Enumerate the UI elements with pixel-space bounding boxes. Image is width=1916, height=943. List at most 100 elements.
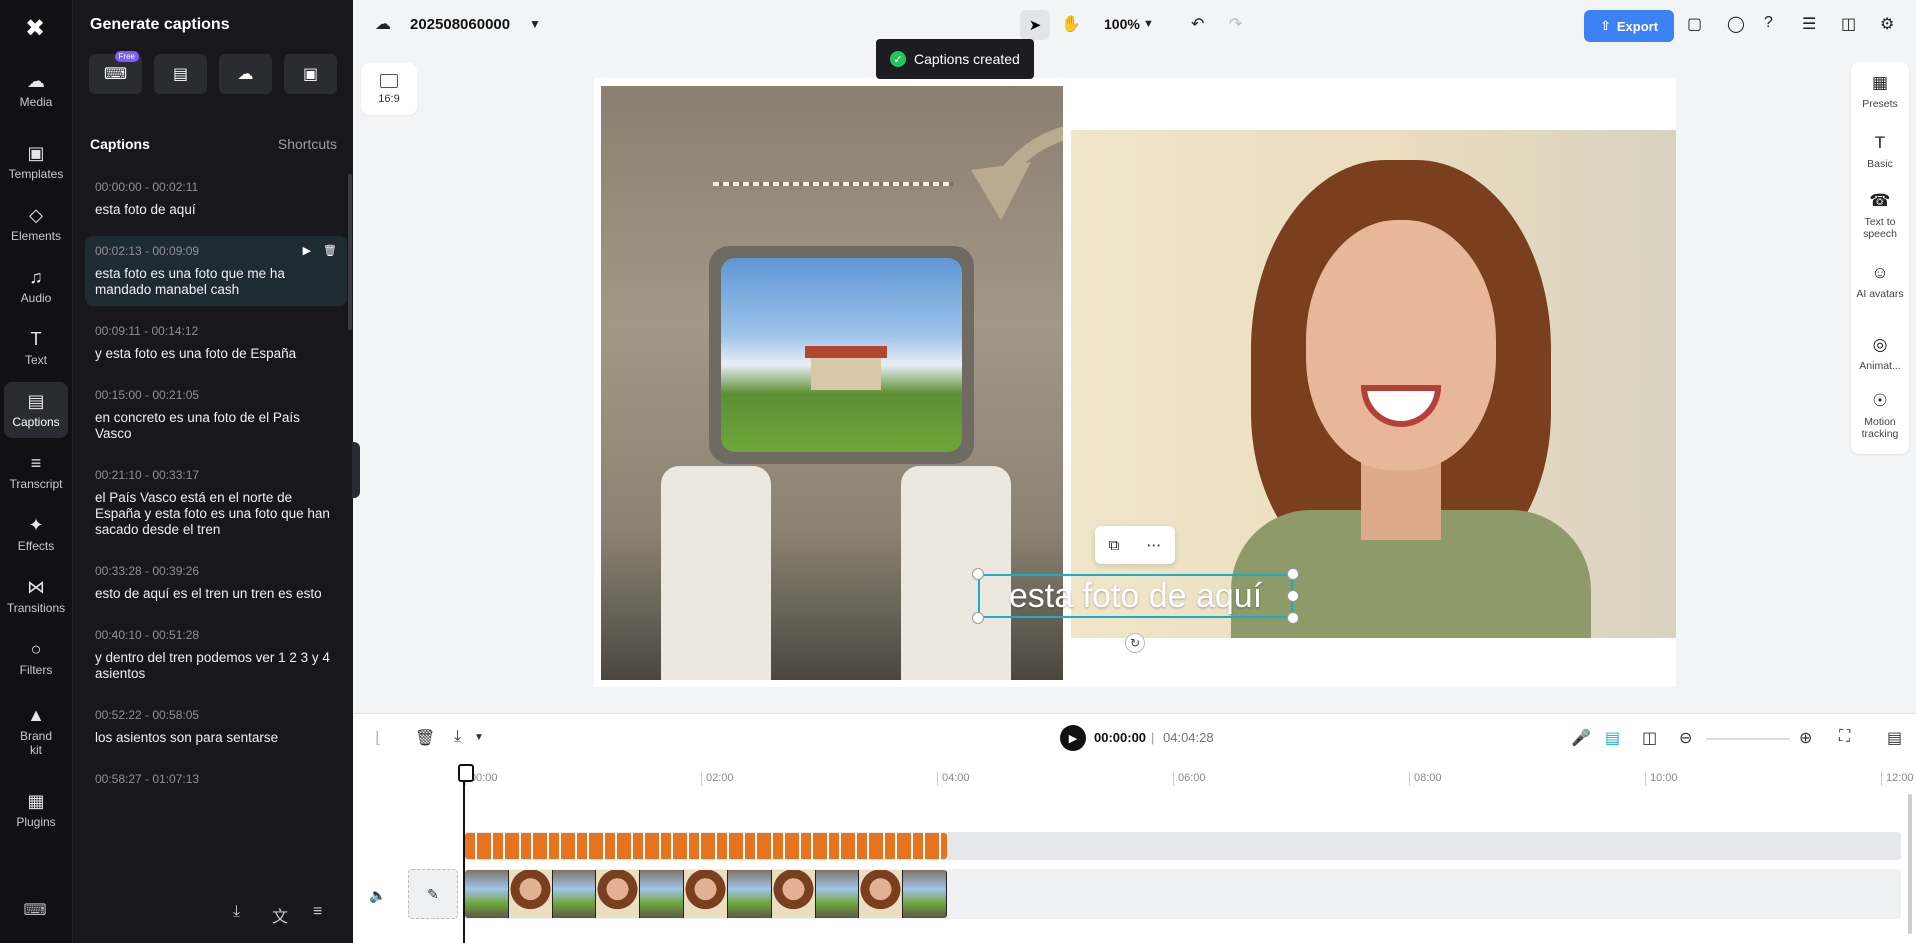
nav-item-elements[interactable]: ◇Elements — [4, 196, 68, 252]
delete-icon[interactable]: 🗑 — [415, 728, 435, 748]
nav-item-plugins[interactable]: ▦Plugins — [4, 782, 68, 838]
resize-handle-br[interactable] — [1287, 612, 1299, 624]
split-view-icon[interactable]: ◫ — [1642, 728, 1657, 748]
hand-tool-icon[interactable]: ✋ — [1061, 14, 1081, 34]
download-icon[interactable]: ⤓ — [233, 903, 240, 921]
captions-view-icon[interactable]: ▤ — [1887, 728, 1902, 748]
caption-item[interactable]: 00:21:10 - 00:33:17el País Vasco está en… — [85, 460, 347, 546]
caption-text[interactable]: el País Vasco está en el norte de España… — [95, 490, 337, 538]
find-replace-icon[interactable]: ≡ — [313, 903, 322, 921]
panel-scrollbar[interactable] — [348, 174, 352, 330]
select-tool-button[interactable]: ➤ — [1020, 10, 1050, 40]
plugins-icon: ▦ — [27, 791, 44, 811]
house — [811, 356, 881, 390]
translate-icon[interactable]: 文 — [272, 903, 288, 927]
layers-icon[interactable]: ☰ — [1802, 14, 1816, 34]
caption-text[interactable]: y dentro del tren podemos ver 1 2 3 y 4 … — [95, 650, 337, 682]
timeline-scrollbar[interactable] — [1908, 794, 1912, 934]
undo-icon[interactable]: ↶ — [1191, 14, 1204, 34]
scan-captions-button[interactable]: ▣ — [284, 54, 337, 94]
manual-captions-button[interactable]: ▤ — [154, 54, 207, 94]
nav-item-text[interactable]: TText — [4, 320, 68, 376]
nav-item-filters[interactable]: ○Filters — [4, 630, 68, 686]
tool-presets[interactable]: ▦Presets — [1851, 74, 1909, 110]
chevron-down-icon[interactable]: ▼ — [529, 17, 541, 31]
timeline-ruler[interactable]: 00:00 02:00 04:00 06:00 08:00 10:00 12:0… — [353, 766, 1916, 790]
auto-snap-icon[interactable]: ▤ — [1605, 728, 1620, 748]
timeline-zoom-slider[interactable] — [1706, 738, 1790, 740]
trash-icon[interactable]: 🗑 — [323, 244, 337, 257]
ruler-tick: 10:00 — [1645, 772, 1678, 786]
caption-item[interactable]: 00:00:00 - 00:02:11esta foto de aquí — [85, 172, 347, 226]
caption-text[interactable]: y esta foto es una foto de España — [95, 346, 337, 362]
fullscreen-icon[interactable]: ⛶ — [1839, 728, 1850, 746]
resize-handle-r[interactable] — [1287, 590, 1299, 602]
shortcuts-link[interactable]: Shortcuts — [278, 136, 337, 152]
tool-ai-avatars[interactable]: ☺AI avatars — [1851, 264, 1909, 300]
playhead[interactable] — [463, 766, 465, 943]
caption-item[interactable]: 00:33:28 - 00:39:26esto de aquí es el tr… — [85, 556, 347, 610]
caption-item[interactable]: 00:52:22 - 00:58:05los asientos son para… — [85, 700, 347, 754]
edit-cover-button[interactable]: ✎ — [408, 869, 458, 919]
caption-text[interactable]: los asientos son para sentarse — [95, 730, 337, 746]
video-clip-strip[interactable] — [465, 870, 947, 918]
caption-item[interactable]: 00:15:00 - 00:21:05en concreto es una fo… — [85, 380, 347, 450]
caption-text[interactable]: esta foto de aquí — [95, 202, 337, 218]
shield-icon[interactable]: ◯ — [1727, 14, 1745, 34]
zoom-out-icon[interactable]: ⊖ — [1679, 728, 1692, 748]
tool-basic[interactable]: TBasic — [1851, 134, 1909, 170]
tool-motion-tracking[interactable]: ☉Motion tracking — [1851, 392, 1909, 440]
nav-item-audio[interactable]: ♫Audio — [4, 258, 68, 314]
caption-item[interactable]: 00:09:11 - 00:14:12y esta foto es una fo… — [85, 316, 347, 370]
zoom-chevron-down-icon[interactable]: ▼ — [1143, 18, 1154, 30]
caption-text[interactable]: esta foto es una foto que me ha mandado … — [95, 266, 337, 298]
download-icon[interactable]: ⤓ — [454, 728, 461, 746]
caption-text[interactable]: en concreto es una foto de el País Vasco — [95, 410, 337, 442]
nav-item-captions[interactable]: ▤Captions — [4, 382, 68, 438]
caption-item[interactable]: 00:58:27 - 01:07:13 — [85, 764, 347, 802]
nav-item-media[interactable]: ☁Media — [4, 62, 68, 118]
resize-handle-tl[interactable] — [972, 568, 984, 580]
nav-item-templates[interactable]: ▣Templates — [4, 134, 68, 190]
upload-captions-button[interactable]: ☁ — [219, 54, 272, 94]
play-button[interactable]: ▶ — [1060, 725, 1086, 751]
play-icon[interactable]: ▶ — [303, 244, 311, 257]
layout-icon[interactable]: ◫ — [1841, 14, 1856, 34]
keyboard-icon[interactable]: ⌨ — [22, 900, 48, 920]
resize-handle-bl[interactable] — [972, 612, 984, 624]
auto-captions-button[interactable]: ⌨Free — [89, 54, 142, 94]
caption-item[interactable]: 00:40:10 - 00:51:28y dentro del tren pod… — [85, 620, 347, 690]
aspect-ratio-button[interactable]: 16:9 — [361, 63, 417, 115]
duplicate-icon[interactable]: ⧉ — [1109, 537, 1120, 554]
resize-handle-tr[interactable] — [1287, 568, 1299, 580]
tool-text-to-speech[interactable]: ☎Text to speech — [1851, 192, 1909, 240]
captions-panel: Generate captions ⌨Free ▤ ☁ ▣ Captions S… — [72, 0, 353, 943]
help-icon[interactable]: ? — [1764, 14, 1773, 32]
project-name[interactable]: 202508060000 — [410, 16, 510, 33]
caption-text[interactable]: esto de aquí es el tren un tren es esto — [95, 586, 337, 602]
caption-overlay[interactable]: esta foto de aquí — [978, 574, 1293, 618]
panel-collapse-handle[interactable] — [352, 442, 360, 498]
present-icon[interactable]: ▢ — [1687, 14, 1702, 34]
redo-icon[interactable]: ↷ — [1229, 14, 1242, 34]
settings-icon[interactable]: ⚙ — [1880, 14, 1894, 34]
split-icon[interactable]: ⌊ — [375, 728, 381, 748]
zoom-level[interactable]: 100% — [1104, 16, 1140, 32]
download-chevron-icon[interactable]: ▼ — [474, 732, 484, 743]
toast-notification: ✓Captions created — [876, 39, 1034, 79]
nav-item-transcript[interactable]: ≡Transcript — [4, 444, 68, 500]
nav-item-effects[interactable]: ✦Effects — [4, 506, 68, 562]
cloud-sync-icon[interactable]: ☁ — [375, 14, 391, 34]
export-button[interactable]: ⇧Export — [1584, 10, 1674, 42]
tool-animation[interactable]: ◎Animat... — [1851, 336, 1909, 372]
caption-clips[interactable] — [465, 833, 947, 859]
more-icon[interactable]: ⋯ — [1146, 536, 1161, 554]
nav-item-brand-kit[interactable]: ▲Brand kit — [4, 700, 68, 762]
rotate-handle-icon[interactable]: ↻ — [1125, 633, 1145, 653]
microphone-icon[interactable]: 🎤 — [1571, 728, 1591, 748]
nav-item-transitions[interactable]: ⋈Transitions — [4, 568, 68, 624]
zoom-in-icon[interactable]: ⊕ — [1799, 728, 1812, 748]
caption-item-selected[interactable]: 00:02:13 - 00:09:09▶🗑esta foto es una fo… — [85, 236, 347, 306]
capcut-logo-icon[interactable]: ✖ — [20, 14, 50, 40]
speaker-icon[interactable]: 🔈 — [369, 887, 386, 904]
